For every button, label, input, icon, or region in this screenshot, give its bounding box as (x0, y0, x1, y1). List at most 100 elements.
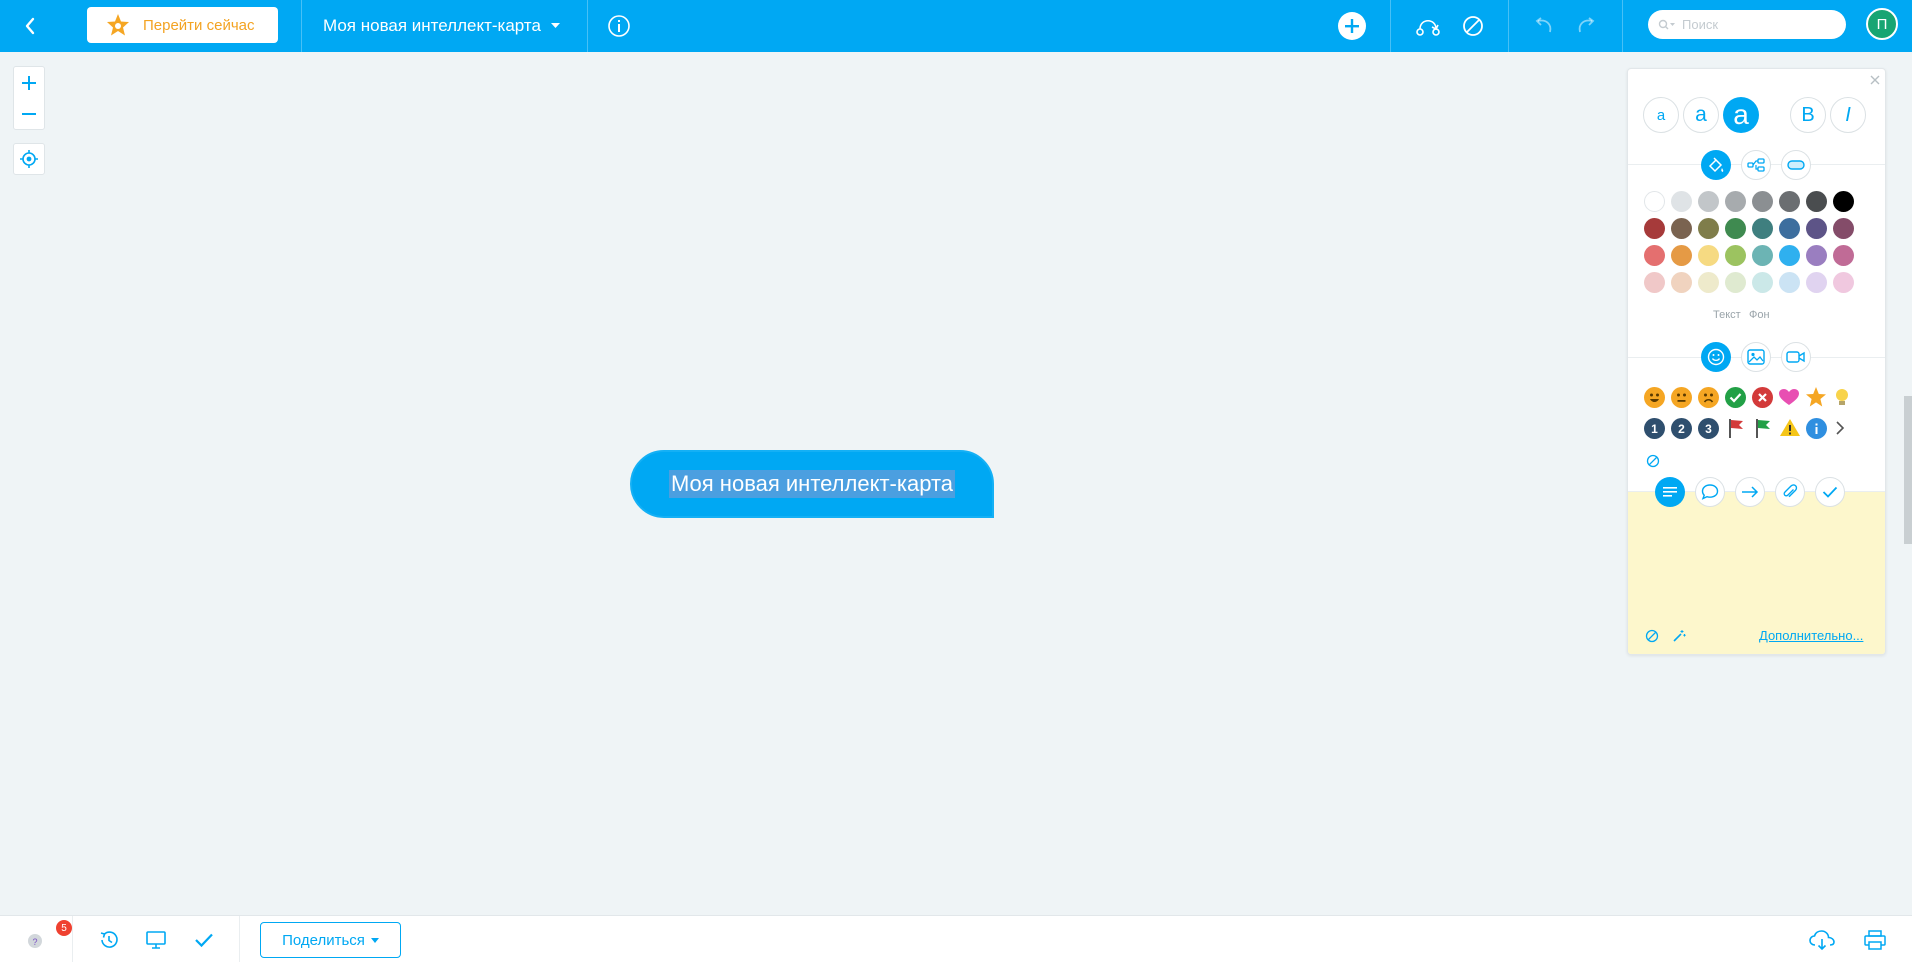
add-topic-button[interactable] (1336, 0, 1368, 52)
layout-style-tab[interactable] (1741, 150, 1771, 180)
color-swatch[interactable] (1779, 218, 1800, 239)
star-emoji-icon[interactable] (1805, 386, 1827, 408)
color-swatch[interactable] (1698, 218, 1719, 239)
color-swatch[interactable] (1725, 245, 1746, 266)
warning-emoji-icon[interactable] (1779, 417, 1801, 438)
central-topic-text[interactable]: Моя новая интеллект-карта (668, 470, 956, 498)
color-swatch[interactable] (1833, 245, 1854, 266)
back-button[interactable] (14, 0, 46, 52)
color-swatch[interactable] (1779, 272, 1800, 293)
color-swatch[interactable] (1752, 272, 1773, 293)
color-swatch[interactable] (1698, 272, 1719, 293)
info-icon (608, 15, 630, 37)
history-button[interactable] (95, 916, 123, 962)
map-title-dropdown[interactable]: Моя новая интеллект-карта (323, 0, 560, 52)
red-flag-icon[interactable] (1726, 417, 1746, 439)
image-tab[interactable] (1741, 342, 1771, 372)
task-tab[interactable] (1815, 477, 1845, 507)
zoom-in-button[interactable] (14, 67, 44, 98)
cross-emoji-icon[interactable] (1752, 387, 1773, 408)
green-flag-icon[interactable] (1753, 417, 1773, 439)
user-avatar[interactable]: П (1866, 8, 1898, 40)
svg-text:?: ? (32, 937, 37, 947)
download-button[interactable] (1807, 916, 1837, 962)
color-swatch[interactable] (1806, 272, 1827, 293)
font-size-large-button[interactable]: a (1723, 97, 1759, 133)
color-swatch[interactable] (1752, 191, 1773, 212)
color-swatch[interactable] (1644, 191, 1665, 212)
zoom-out-button[interactable] (14, 98, 44, 129)
check-emoji-icon[interactable] (1725, 387, 1746, 408)
color-swatch[interactable] (1833, 272, 1854, 293)
attachment-tab[interactable] (1775, 477, 1805, 507)
video-tab[interactable] (1781, 342, 1811, 372)
color-swatch[interactable] (1644, 245, 1665, 266)
central-topic-node[interactable]: Моя новая интеллект-карта (630, 450, 994, 518)
more-options-link[interactable]: Дополнительно... (1759, 628, 1863, 643)
notes-tab[interactable] (1655, 477, 1685, 507)
font-size-small-button[interactable]: a (1643, 97, 1679, 133)
color-style-tab[interactable] (1701, 150, 1731, 180)
italic-button[interactable]: I (1830, 97, 1866, 133)
upgrade-now-button[interactable]: Перейти сейчас (87, 7, 278, 43)
clear-format-button[interactable] (1459, 0, 1487, 52)
color-swatch[interactable] (1698, 191, 1719, 212)
number-two-icon[interactable]: 2 (1671, 418, 1692, 439)
color-swatch[interactable] (1779, 245, 1800, 266)
color-swatch[interactable] (1644, 218, 1665, 239)
info-emoji-icon[interactable] (1806, 418, 1827, 439)
color-swatch[interactable] (1779, 191, 1800, 212)
center-map-button[interactable] (13, 143, 45, 175)
undo-button[interactable] (1529, 0, 1557, 52)
color-swatch[interactable] (1725, 218, 1746, 239)
text-lines-icon (1663, 487, 1677, 497)
color-swatch[interactable] (1725, 191, 1746, 212)
arrow-right-icon (1742, 486, 1759, 498)
close-panel-button[interactable] (1868, 73, 1882, 87)
color-swatch[interactable] (1833, 191, 1854, 212)
color-swatch[interactable] (1806, 218, 1827, 239)
color-swatch[interactable] (1698, 245, 1719, 266)
color-swatch[interactable] (1671, 245, 1692, 266)
color-swatch[interactable] (1671, 272, 1692, 293)
smile-emoji-icon[interactable] (1644, 387, 1665, 408)
redo-button[interactable] (1573, 0, 1601, 52)
color-swatch[interactable] (1752, 245, 1773, 266)
number-three-icon[interactable]: 3 (1698, 418, 1719, 439)
presentation-button[interactable] (142, 916, 170, 962)
shape-style-tab[interactable] (1781, 150, 1811, 180)
link-tab[interactable] (1735, 477, 1765, 507)
color-swatch[interactable] (1644, 272, 1665, 293)
tasks-button[interactable] (190, 916, 218, 962)
clear-style-button[interactable] (1645, 629, 1659, 643)
connection-button[interactable] (1414, 0, 1442, 52)
map-info-button[interactable] (605, 0, 633, 52)
bold-button[interactable]: B (1790, 97, 1826, 133)
vertical-scrollbar[interactable] (1904, 396, 1912, 544)
comment-tab[interactable] (1695, 477, 1725, 507)
notifications-button[interactable]: ? 5 (18, 916, 72, 962)
color-swatch[interactable] (1671, 191, 1692, 212)
more-icons-button[interactable] (1834, 420, 1846, 436)
sad-emoji-icon[interactable] (1698, 387, 1719, 408)
lightbulb-icon (1836, 389, 1848, 405)
font-size-medium-button[interactable]: a (1683, 97, 1719, 133)
color-swatch[interactable] (1752, 218, 1773, 239)
search-input[interactable]: Поиск (1648, 10, 1846, 39)
share-button[interactable]: Поделиться (260, 922, 401, 958)
number-one-icon[interactable]: 1 (1644, 418, 1665, 439)
neutral-emoji-icon[interactable] (1671, 387, 1692, 408)
color-swatch[interactable] (1806, 245, 1827, 266)
color-swatch[interactable] (1725, 272, 1746, 293)
color-swatch[interactable] (1806, 191, 1827, 212)
print-button[interactable] (1860, 916, 1890, 962)
color-swatch[interactable] (1833, 218, 1854, 239)
icons-tab[interactable] (1701, 342, 1731, 372)
share-label: Поделиться (282, 931, 365, 949)
remove-icon-button[interactable] (1646, 454, 1660, 468)
printer-icon (1864, 929, 1886, 950)
magic-style-button[interactable] (1672, 629, 1686, 643)
heart-emoji-icon[interactable] (1778, 387, 1800, 408)
color-swatch[interactable] (1671, 218, 1692, 239)
lightbulb-emoji-icon[interactable] (1834, 387, 1850, 408)
